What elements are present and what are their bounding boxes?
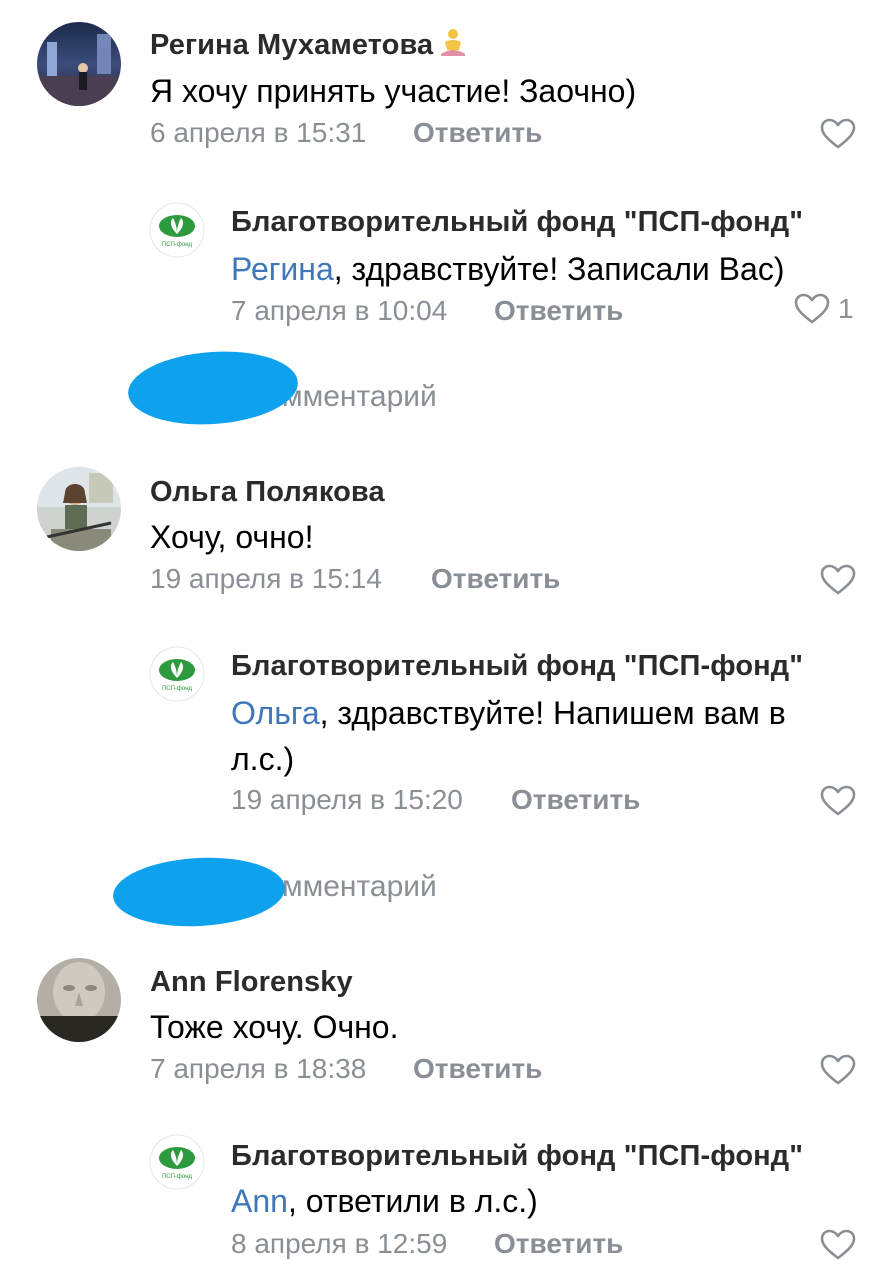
reply-button[interactable]: Ответить bbox=[431, 563, 560, 595]
fund-avatar[interactable]: ПСП-фонд bbox=[149, 202, 205, 258]
comment-text: Тоже хочу. Очно. bbox=[150, 1009, 399, 1045]
comment-author[interactable]: Ann Florensky bbox=[150, 966, 353, 999]
like-button[interactable] bbox=[820, 564, 856, 596]
comment: Ann Florensky Тоже хочу. Очно. 7 апреля … bbox=[0, 950, 894, 1110]
like-button[interactable] bbox=[820, 785, 856, 817]
heart-icon bbox=[794, 293, 830, 324]
like-button[interactable] bbox=[820, 1229, 856, 1261]
reply-comment: ПСП-фонд Благотворительный фонд "ПСП-фон… bbox=[0, 630, 894, 840]
reply-comment: ПСП-фонд Благотворительный фонд "ПСП-фон… bbox=[0, 180, 894, 340]
comment-date: 19 апреля в 15:20 bbox=[231, 784, 463, 815]
like-button[interactable] bbox=[820, 1054, 856, 1086]
show-more-label: мментарий bbox=[282, 870, 437, 903]
heart-icon bbox=[820, 564, 856, 595]
comment-text: Хочу, очно! bbox=[150, 519, 314, 555]
like-button[interactable] bbox=[820, 118, 856, 150]
comment: Ольга Полякова Хочу, очно! 19 апреля в 1… bbox=[0, 450, 894, 620]
redaction-mark bbox=[125, 346, 301, 430]
reply-text: , здравствуйте! Напишем вам в bbox=[319, 695, 786, 731]
reply-button[interactable]: Ответить bbox=[494, 1228, 623, 1260]
mention-link[interactable]: Ann bbox=[231, 1183, 288, 1219]
heart-icon bbox=[820, 785, 856, 816]
fund-avatar[interactable]: ПСП-фонд bbox=[149, 646, 205, 702]
fund-logo-text: ПСП-фонд bbox=[162, 1174, 193, 1180]
mention-link[interactable]: Ольга bbox=[231, 695, 320, 731]
fund-logo-text: ПСП-фонд bbox=[162, 686, 193, 692]
comment-date: 19 апреля в 15:14 bbox=[150, 563, 382, 594]
comment-text: Ann, ответили в л.с.) bbox=[231, 1178, 538, 1224]
reply-text: , здравствуйте! Записали Вас) bbox=[333, 251, 785, 287]
fund-avatar[interactable]: ПСП-фонд bbox=[149, 1134, 205, 1190]
lotus-position-emoji bbox=[439, 28, 467, 66]
fund-logo-text: ПСП-фонд bbox=[162, 242, 193, 248]
comment: Регина Мухаметова Я хочу принять участие… bbox=[0, 0, 894, 170]
heart-icon bbox=[820, 1054, 856, 1085]
comment-text-line2: л.с.) bbox=[231, 741, 295, 777]
comment-date: 8 апреля в 12:59 bbox=[231, 1228, 448, 1259]
comment-date: 6 апреля в 15:31 bbox=[150, 117, 367, 148]
comment-author[interactable]: Благотворительный фонд "ПСП-фонд" bbox=[231, 206, 803, 239]
mention-link[interactable]: Регина bbox=[231, 251, 334, 287]
like-count: 1 bbox=[838, 293, 854, 324]
comment-text: Ольга, здравствуйте! Напишем вам в bbox=[231, 690, 786, 736]
comment-date: 7 апреля в 18:38 bbox=[150, 1053, 367, 1084]
heart-icon bbox=[820, 1229, 856, 1260]
heart-icon bbox=[820, 118, 856, 149]
comment-text: Регина, здравствуйте! Записали Вас) bbox=[231, 246, 784, 292]
reply-comment: ПСП-фонд Благотворительный фонд "ПСП-фон… bbox=[0, 1120, 894, 1280]
avatar[interactable] bbox=[37, 22, 121, 106]
comment-author[interactable]: Благотворительный фонд "ПСП-фонд" bbox=[231, 1140, 803, 1173]
reply-text: , ответили в л.с.) bbox=[287, 1183, 538, 1219]
show-more-replies[interactable]: мментарий bbox=[282, 380, 437, 414]
comment-author[interactable]: Ольга Полякова bbox=[150, 476, 385, 509]
avatar[interactable] bbox=[37, 467, 121, 551]
comment-author[interactable]: Благотворительный фонд "ПСП-фонд" bbox=[231, 650, 803, 683]
comment-author[interactable]: Регина Мухаметова bbox=[150, 28, 467, 66]
redaction-mark bbox=[111, 853, 287, 931]
avatar[interactable] bbox=[37, 958, 121, 1042]
reply-button[interactable]: Ответить bbox=[494, 295, 623, 327]
author-name[interactable]: Регина Мухаметова bbox=[150, 29, 433, 61]
show-more-label: мментарий bbox=[282, 380, 437, 413]
reply-button[interactable]: Ответить bbox=[511, 784, 640, 816]
comment-text: Я хочу принять участие! Заочно) bbox=[150, 73, 637, 109]
comment-date: 7 апреля в 10:04 bbox=[231, 295, 448, 326]
reply-button[interactable]: Ответить bbox=[413, 1053, 542, 1085]
reply-button[interactable]: Ответить bbox=[413, 117, 542, 149]
show-more-replies[interactable]: мментарий bbox=[282, 870, 437, 904]
like-button[interactable]: 1 bbox=[794, 293, 854, 325]
